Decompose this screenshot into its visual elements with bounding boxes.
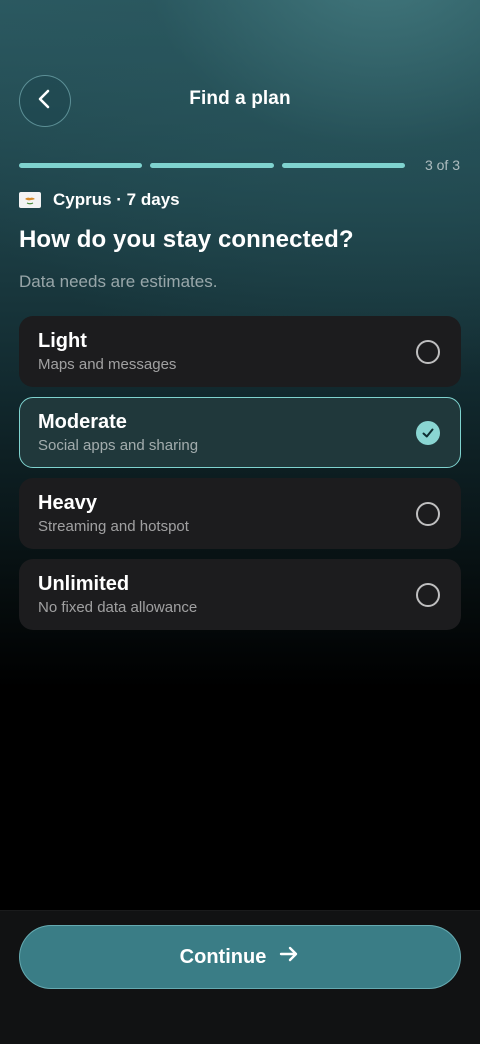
cyprus-flag-icon [19,192,41,208]
estimate-note: Data needs are estimates. [19,272,218,291]
data-usage-options: Light Maps and messages Moderate Social … [19,316,461,640]
option-unlimited[interactable]: Unlimited No fixed data allowance [19,559,461,630]
option-moderate[interactable]: Moderate Social apps and sharing [19,397,461,468]
arrow-right-icon [278,943,300,971]
step-counter: 3 of 3 [424,157,460,173]
option-description: Social apps and sharing [38,437,199,454]
radio-unchecked-icon[interactable] [416,340,440,364]
option-name: Unlimited [38,573,130,595]
radio-unchecked-icon[interactable] [416,502,440,526]
option-name: Heavy [38,492,97,514]
option-light[interactable]: Light Maps and messages [19,316,461,387]
destination-label: Cyprus · 7 days [53,190,180,209]
continue-label: Continue [179,945,267,968]
question-heading: How do you stay connected? [19,226,354,253]
progress-segment-1 [19,163,143,168]
option-description: Maps and messages [38,356,177,373]
progress-segment-2 [150,163,274,168]
radio-unchecked-icon[interactable] [416,583,440,607]
plan-finder-screen: Find a plan 3 of 3 Cyprus · 7 days How d… [0,0,480,1044]
destination-summary: Cyprus · 7 days [19,189,180,211]
page-title: Find a plan [189,88,291,109]
radio-checked-icon[interactable] [416,421,440,445]
continue-button[interactable]: Continue [19,925,461,989]
option-heavy[interactable]: Heavy Streaming and hotspot [19,478,461,549]
step-progress-bar [19,163,405,168]
option-name: Light [38,330,87,352]
option-description: Streaming and hotspot [38,518,189,535]
option-description: No fixed data allowance [38,599,198,616]
option-name: Moderate [38,411,127,433]
progress-segment-3 [281,163,405,168]
